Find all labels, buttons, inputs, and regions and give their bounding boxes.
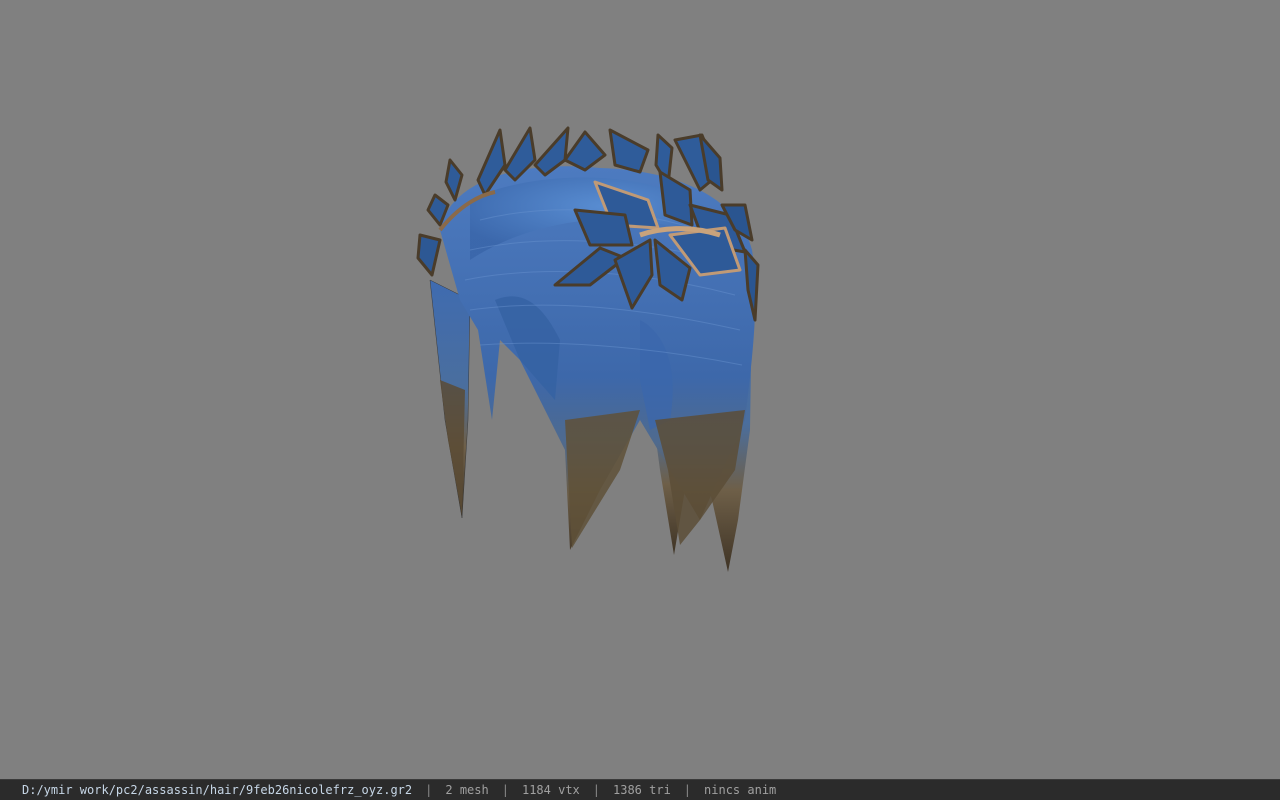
separator: |	[592, 783, 600, 797]
separator: |	[683, 783, 692, 797]
file-path-label: D:/ymir work/pc2/assassin/hair/9feb26nic…	[22, 783, 413, 797]
3d-viewport[interactable]	[0, 0, 1280, 779]
separator: |	[425, 783, 433, 797]
separator: |	[501, 783, 509, 797]
hair-model-render[interactable]	[0, 0, 1280, 779]
triangle-count-label: 1386 tri	[613, 783, 671, 797]
status-bar: D:/ymir work/pc2/assassin/hair/9feb26nic…	[0, 779, 1280, 800]
animation-label: nincs anim	[704, 783, 777, 797]
mesh-count-label: 2 mesh	[445, 783, 489, 797]
vertex-count-label: 1184 vtx	[521, 783, 580, 797]
